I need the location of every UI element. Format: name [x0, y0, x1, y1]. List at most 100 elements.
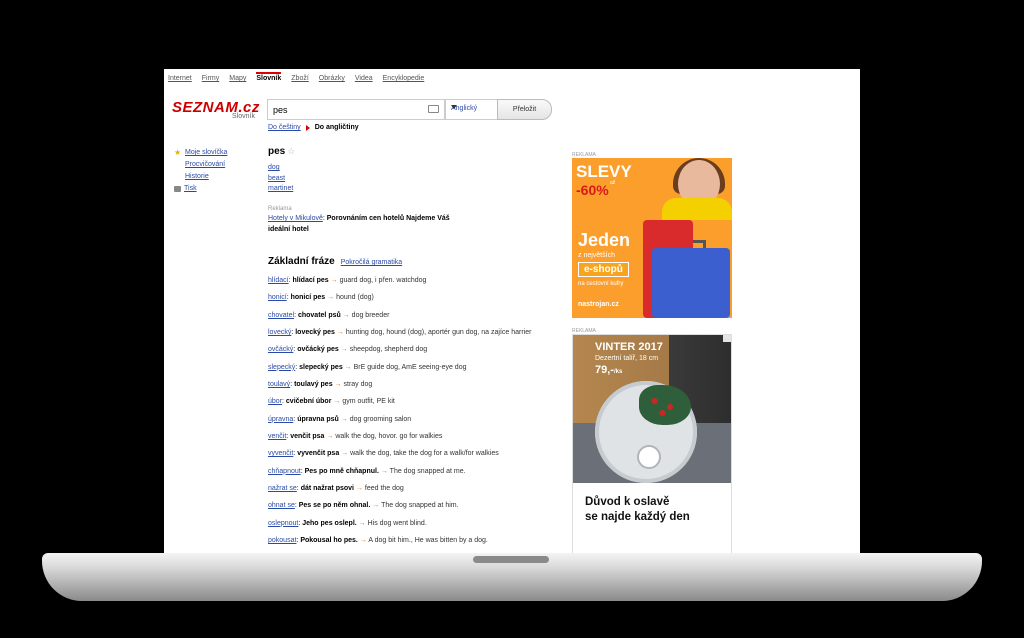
phrase-word-link[interactable]: toulavý — [268, 381, 290, 388]
phrase-english: feed the dog — [364, 485, 404, 493]
search-field[interactable] — [267, 99, 445, 120]
phrases-title: Základní fráze — [268, 256, 335, 267]
phrase-word-link[interactable]: lovecký — [268, 329, 291, 336]
arrow-right-icon: → — [358, 519, 366, 527]
phrase-czech: dát nažrat psovi — [300, 485, 354, 493]
phrase-word-link[interactable]: úbor — [268, 398, 282, 405]
keyboard-icon[interactable] — [428, 105, 439, 113]
suitcase-banner-ad[interactable]: SLEVY až -60% Jeden z největších e-shopů… — [572, 158, 732, 318]
headword: pes ☆ — [268, 146, 295, 157]
translation-link[interactable]: dog — [268, 163, 293, 174]
phrase-word-link[interactable]: úpravna — [268, 416, 293, 423]
ad-price-value: 79,- — [595, 364, 614, 376]
grammar-link[interactable]: Pokročilá gramatika — [341, 259, 402, 266]
nav-zbozi[interactable]: Zboží — [291, 75, 309, 82]
phrase-word-link[interactable]: chňapnout — [268, 468, 301, 475]
phrase-english: dog grooming salon — [349, 415, 412, 423]
phrase-czech: toulavý pes — [294, 381, 333, 389]
ad-link[interactable]: Hotely v Mikulově — [268, 215, 323, 222]
phrase-word-link[interactable]: ovčácký — [268, 346, 293, 353]
phrase-czech: venčit psa — [290, 433, 325, 441]
phrase-word-link[interactable]: venčit — [268, 433, 286, 440]
phrase-english: walk the dog, hovor. go for walkies — [335, 433, 443, 441]
sidebar-item-history[interactable]: Historie — [185, 171, 209, 183]
ad-label: Reklama — [268, 206, 292, 212]
arrow-right-icon: → — [344, 363, 352, 371]
phrase-word-link[interactable]: hlídací — [268, 277, 289, 284]
nav-encyklopedie[interactable]: Encyklopedie — [383, 75, 425, 82]
ad-subtitle: z největších — [578, 252, 615, 259]
phrase-word-link[interactable]: slepecký — [268, 364, 295, 371]
translate-button[interactable]: Přeložit — [497, 99, 552, 120]
phrase-czech: Jeho pes oslepl. — [302, 519, 357, 527]
nav-slovnik[interactable]: Slovník — [256, 72, 282, 82]
holly-twig — [639, 385, 691, 425]
phrase-english: A dog bit him., He was bitten by a dog. — [368, 537, 488, 545]
ad-headline: SLEVY — [576, 162, 632, 181]
sidebar-item-practice[interactable]: Procvičování — [185, 159, 225, 171]
phrase-english: The dog snapped at me. — [389, 467, 466, 475]
arrow-right-icon: → — [359, 537, 367, 545]
ad-price: 79,-/ks — [595, 364, 622, 376]
language-select[interactable]: Anglický — [445, 99, 499, 120]
phrase-word-link[interactable]: vyvenčit — [268, 450, 293, 457]
arrow-right-icon: → — [333, 398, 341, 406]
phrase-row: slepecký: slepecký pes → BrE guide dog, … — [268, 363, 467, 371]
logo-subtitle: Slovník — [232, 113, 255, 120]
nav-videa[interactable]: Videa — [355, 75, 373, 82]
ad-subline: na cestovní kufry — [578, 281, 624, 287]
arrow-right-icon: → — [326, 433, 334, 441]
translation-link[interactable]: martinet — [268, 184, 293, 195]
phrase-czech: Pes po mně chňapnul. — [304, 467, 379, 475]
model-shirt — [662, 198, 732, 220]
star-outline-icon[interactable]: ☆ — [287, 146, 295, 156]
phrase-english: BrE guide dog, AmE seeing-eye dog — [353, 363, 467, 371]
phrase-czech: hlídací pes — [292, 277, 329, 284]
ad-choices-icon[interactable] — [723, 335, 731, 342]
phrase-english: stray dog — [343, 381, 373, 389]
sidebar: ★ Moje slovíčka Procvičování Historie Tis… — [174, 147, 227, 195]
phrase-czech: ovčácký pes — [297, 346, 339, 354]
nav-firmy[interactable]: Firmy — [202, 75, 220, 82]
browser-screen: Internet Firmy Mapy Slovník Zboží Obrázk… — [164, 69, 860, 554]
phrase-word-link[interactable]: pokousat — [268, 537, 296, 544]
phrase-english: hunting dog, hound (dog), aportér gun do… — [345, 329, 532, 337]
blue-suitcase — [652, 248, 730, 318]
tab-to-english[interactable]: Do angličtiny — [315, 124, 359, 131]
sidebar-item-my-words[interactable]: Moje slovíčka — [185, 147, 227, 159]
phrase-czech: honicí pes — [290, 294, 326, 302]
ad-cta[interactable]: e-shopů — [578, 262, 629, 277]
ad-tagline-line-1: Důvod k oslavě — [585, 496, 670, 508]
phrase-czech: cvičební úbor — [285, 398, 332, 406]
nav-mapy[interactable]: Mapy — [229, 75, 246, 82]
phrase-word-link[interactable]: nažrat se — [268, 485, 297, 492]
phrase-row: úpravna: úpravna psů → dog grooming salo… — [268, 415, 412, 423]
translation-link[interactable]: beast — [268, 174, 293, 185]
phrase-czech: vyvenčit psa — [297, 450, 340, 458]
tab-to-czech[interactable]: Do češtiny — [268, 124, 301, 131]
arrow-right-icon: → — [341, 450, 349, 458]
arrow-right-icon: → — [340, 415, 348, 423]
arrow-right-icon: → — [380, 467, 388, 475]
ad-collection-title: VINTER 2017 — [595, 341, 663, 353]
ad-discount: -60% — [576, 182, 609, 198]
direction-tabs: Do češtiny Do angličtiny — [268, 124, 359, 131]
headword-text: pes — [268, 146, 286, 157]
chevron-down-icon — [451, 105, 457, 109]
tableware-banner-ad[interactable]: VINTER 2017 Dezertní talíř, 18 cm 79,-/k… — [572, 334, 732, 554]
phrase-word-link[interactable]: oslepnout — [268, 520, 298, 527]
phrase-word-link[interactable]: honicí — [268, 294, 287, 301]
phrase-row: oslepnout: Jeho pes oslepl. → His dog we… — [268, 519, 427, 527]
ad-tagline-line-2: se najde každý den — [585, 511, 690, 523]
phrase-czech: Pes se po něm ohnal. — [298, 502, 371, 510]
nav-obrazky[interactable]: Obrázky — [319, 75, 345, 82]
nav-internet[interactable]: Internet — [168, 75, 192, 82]
phrase-english: hound (dog) — [336, 294, 374, 302]
arrow-right-icon: → — [330, 277, 338, 284]
phrase-row: toulavý: toulavý pes → stray dog — [268, 381, 373, 389]
phrase-word-link[interactable]: ohnat se — [268, 502, 295, 509]
sidebar-item-print[interactable]: Tisk — [184, 183, 197, 195]
phrase-word-link[interactable]: chovatel — [268, 312, 294, 319]
phrase-czech: Pokousal ho pes. — [300, 537, 358, 545]
search-input[interactable] — [273, 105, 423, 115]
